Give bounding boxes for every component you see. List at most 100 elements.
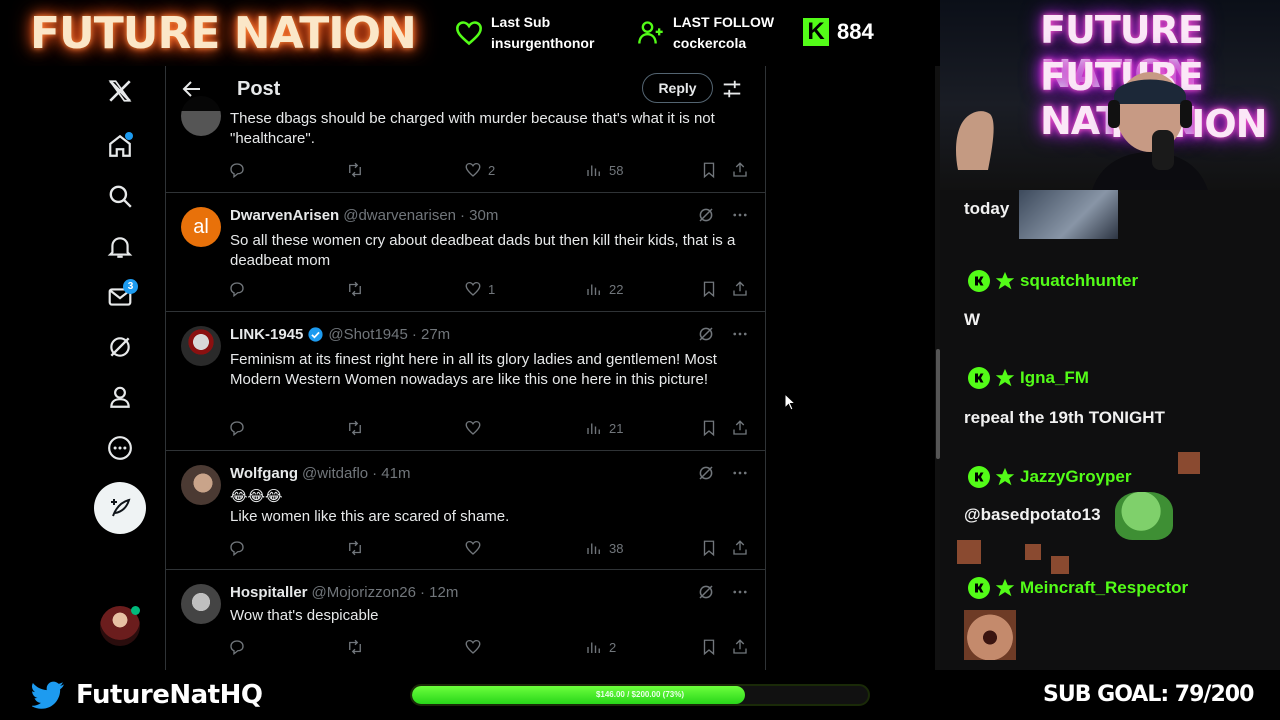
reply-action[interactable] — [228, 638, 246, 656]
tweet-emoji-line: 😂😂😂 — [230, 488, 283, 505]
back-arrow-icon[interactable] — [180, 77, 204, 101]
tweet-time[interactable]: · 12m — [420, 584, 458, 601]
heart-icon — [465, 281, 481, 296]
user-handle[interactable]: @Mojorizzon26 — [312, 584, 416, 601]
tweet-time[interactable]: · 27m — [412, 326, 450, 343]
sliders-icon[interactable] — [721, 78, 743, 100]
bookmark-action[interactable] — [700, 280, 718, 298]
like-action[interactable] — [464, 638, 482, 656]
like-action[interactable] — [464, 539, 482, 557]
views-action[interactable]: 21 — [585, 419, 623, 437]
user-avatar[interactable] — [181, 584, 221, 624]
reply-action[interactable] — [228, 419, 246, 437]
views-action[interactable]: 38 — [585, 539, 623, 557]
views-action[interactable]: 22 — [585, 280, 623, 298]
comment-icon — [230, 640, 244, 656]
chat-username-row[interactable]: squatchhunter — [968, 270, 1138, 292]
comment-icon — [230, 541, 244, 557]
share-action[interactable] — [731, 280, 749, 298]
share-action[interactable] — [731, 638, 749, 656]
account-avatar[interactable] — [100, 606, 140, 646]
compose-post-button[interactable] — [94, 482, 146, 534]
user-avatar[interactable] — [181, 326, 221, 366]
chat-username-row[interactable]: JazzyGroyper — [968, 466, 1132, 488]
reply-tweet[interactable]: Hospitaller @Mojorizzon26 · 12m Wow that… — [166, 570, 765, 670]
kick-follower-count: K 884 — [803, 18, 874, 46]
user-avatar[interactable] — [181, 465, 221, 505]
grok-icon[interactable] — [697, 206, 715, 224]
tweet-text: Like women like this are scared of shame… — [230, 508, 510, 525]
profile-icon[interactable] — [100, 377, 140, 417]
grok-icon[interactable] — [697, 464, 715, 482]
tweet-time[interactable]: · 41m — [372, 465, 410, 482]
like-action[interactable] — [464, 419, 482, 437]
subscriber-badge-icon — [994, 367, 1016, 389]
user-display-name[interactable]: Wolfgang — [230, 465, 298, 482]
chat-username[interactable]: JazzyGroyper — [1020, 467, 1132, 487]
like-count: 1 — [488, 281, 496, 297]
bookmark-action[interactable] — [700, 419, 718, 437]
user-handle[interactable]: @witdaflo — [302, 465, 368, 482]
last-follow-user: cockercola — [673, 35, 747, 51]
bookmark-action[interactable] — [700, 161, 718, 179]
user-display-name[interactable]: Hospitaller — [230, 584, 308, 601]
user-avatar[interactable]: al — [181, 207, 221, 247]
messages-icon[interactable]: 3 — [100, 277, 140, 317]
grok-icon[interactable] — [100, 327, 140, 367]
chat-username-row[interactable]: Igna_FM — [968, 367, 1089, 389]
bookmark-action[interactable] — [700, 638, 718, 656]
more-options-icon[interactable] — [731, 325, 749, 343]
more-options-icon[interactable] — [731, 464, 749, 482]
share-action[interactable] — [731, 419, 749, 437]
retweet-action[interactable] — [346, 419, 364, 437]
chat-username[interactable]: Igna_FM — [1020, 368, 1089, 388]
retweet-action[interactable] — [346, 638, 364, 656]
reply-tweet[interactable]: LINK-1945 @Shot1945 · 27m Feminism at it… — [166, 312, 765, 451]
notifications-icon[interactable] — [100, 227, 140, 267]
share-icon — [733, 420, 747, 435]
page-title: Post — [237, 78, 281, 100]
chat-message: repeal the 19th TONIGHT — [964, 408, 1165, 427]
retweet-action[interactable] — [346, 161, 364, 179]
reply-tweet[interactable]: Wolfgang @witdaflo · 41m 😂😂😂 Like women … — [166, 451, 765, 570]
chat-username[interactable]: squatchhunter — [1020, 271, 1138, 291]
retweet-action[interactable] — [346, 539, 364, 557]
bookmark-action[interactable] — [700, 539, 718, 557]
reply-button[interactable]: Reply — [642, 73, 713, 103]
like-action[interactable]: 1 — [464, 280, 495, 298]
user-handle[interactable]: @dwarvenarisen — [343, 207, 456, 224]
more-options-icon[interactable] — [731, 206, 749, 224]
search-icon[interactable] — [100, 176, 140, 216]
twitter-handle-widget: FutureNatHQ — [32, 680, 263, 710]
tweet-text: These dbags should be charged with murde… — [230, 110, 715, 147]
more-icon[interactable] — [100, 428, 140, 468]
share-action[interactable] — [731, 161, 749, 179]
grok-icon[interactable] — [697, 325, 715, 343]
share-action[interactable] — [731, 539, 749, 557]
grok-icon[interactable] — [697, 583, 715, 601]
reply-action[interactable] — [228, 280, 246, 298]
reply-action[interactable] — [228, 539, 246, 557]
reply-tweet[interactable]: al DwarvenArisen @dwarvenarisen · 30m So… — [166, 193, 765, 312]
views-action[interactable]: 2 — [585, 638, 616, 656]
more-options-icon[interactable] — [731, 583, 749, 601]
views-action[interactable]: 58 — [585, 161, 623, 179]
user-handle[interactable]: @Shot1945 — [328, 326, 407, 343]
user-display-name[interactable]: DwarvenArisen — [230, 207, 339, 224]
like-action[interactable]: 2 — [464, 161, 495, 179]
tweet-time[interactable]: · 30m — [460, 207, 498, 224]
user-display-name[interactable]: LINK-1945 — [230, 326, 303, 343]
stream-top-bar: FUTURE NATION Last Sub insurgenthonor LA… — [0, 0, 940, 66]
reply-action[interactable] — [228, 161, 246, 179]
chat-username-row[interactable]: Meincraft_Respector — [968, 577, 1188, 599]
tweet-header: LINK-1945 @Shot1945 · 27m — [230, 326, 450, 343]
chat-username[interactable]: Meincraft_Respector — [1020, 578, 1188, 598]
x-logo-icon[interactable] — [100, 71, 140, 111]
view-count: 2 — [609, 639, 617, 655]
subscriber-badge-icon — [994, 577, 1016, 599]
last-sub-label: Last Sub — [491, 14, 551, 30]
chat-emote-image — [1051, 556, 1069, 574]
retweet-action[interactable] — [346, 280, 364, 298]
chat-emote-image — [1019, 190, 1118, 239]
home-icon[interactable] — [100, 126, 140, 166]
